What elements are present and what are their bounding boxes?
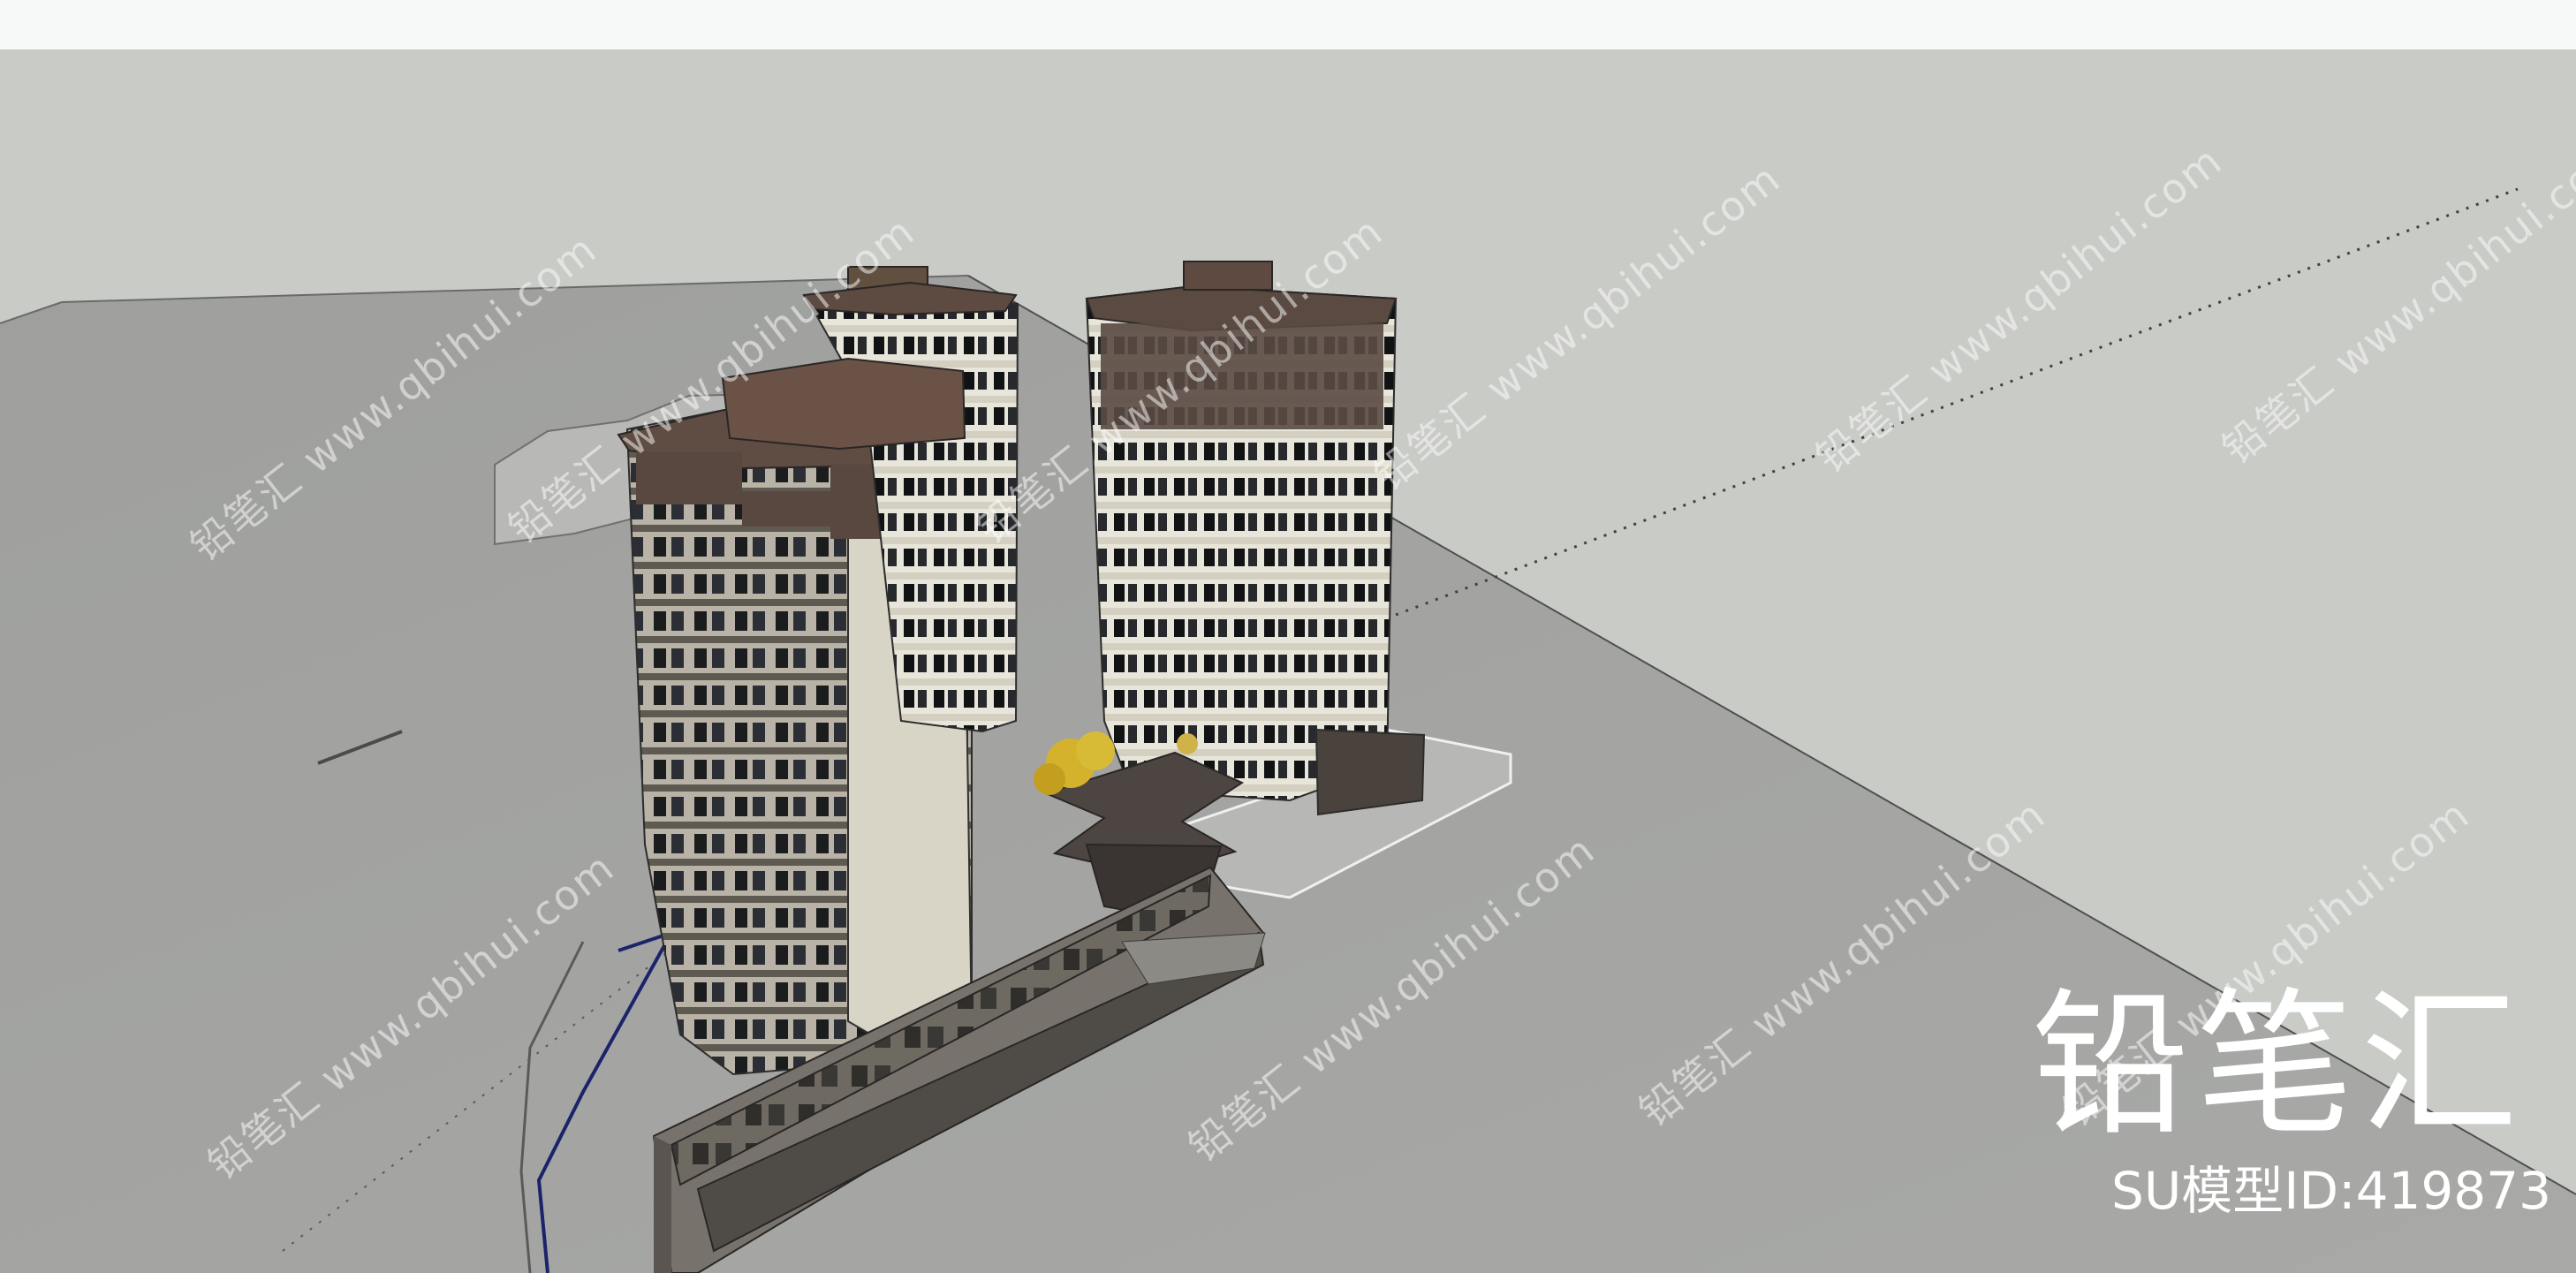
brand-subtitle: SU模型ID:419873: [2111, 1161, 2551, 1221]
screenshot-root: 铅笔汇 www.qbihui.com 铅笔汇 www.qbihui.com 铅笔…: [0, 0, 2576, 1273]
brand-title: 铅笔汇: [2032, 974, 2525, 1156]
right-tower: [1085, 261, 1426, 816]
sketchup-3d-viewport[interactable]: 铅笔汇 www.qbihui.com 铅笔汇 www.qbihui.com 铅笔…: [0, 49, 2576, 1273]
top-toolbar-strip: [0, 0, 2576, 51]
